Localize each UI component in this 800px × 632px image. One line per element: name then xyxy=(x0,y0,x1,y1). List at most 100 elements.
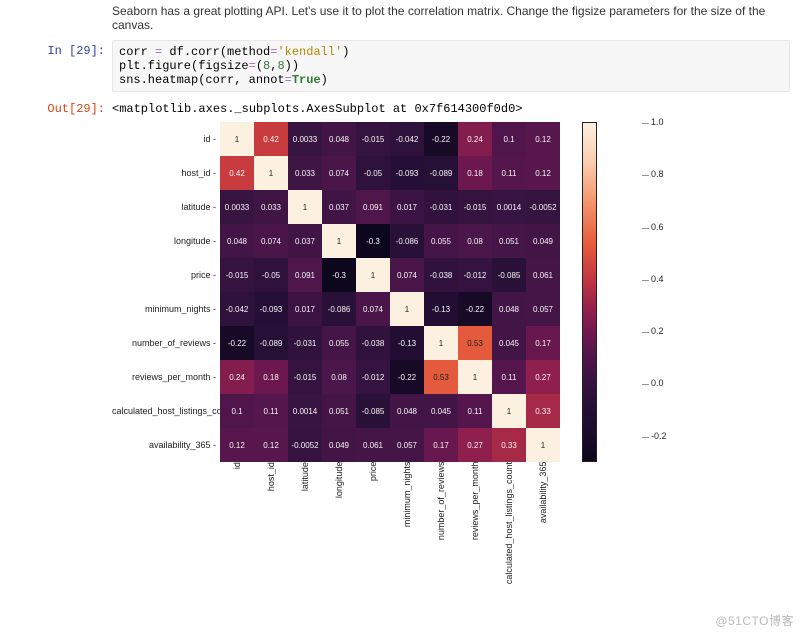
heatmap-cell: 0.11 xyxy=(458,394,492,428)
heatmap-grid: 10.420.00330.048-0.015-0.042-0.220.240.1… xyxy=(220,122,560,462)
heatmap-cell: 0.033 xyxy=(254,190,288,224)
heatmap-cell: 1 xyxy=(458,360,492,394)
heatmap-cell: 0.1 xyxy=(492,122,526,156)
heatmap-cell: 0.055 xyxy=(424,224,458,258)
colorbar-ticks: 1.00.80.60.40.20.0-0.2 xyxy=(642,122,672,462)
heatmap-cell: 0.048 xyxy=(492,292,526,326)
heatmap-cell: 0.33 xyxy=(526,394,560,428)
heatmap-cell: -0.012 xyxy=(458,258,492,292)
out-prompt: Out[29]: xyxy=(10,98,112,116)
x-tick-label: price xyxy=(356,462,390,588)
heatmap-cell: -0.22 xyxy=(458,292,492,326)
colorbar-tick: 0.2 xyxy=(642,326,664,336)
heatmap-cell: 0.12 xyxy=(526,122,560,156)
y-tick-label: number_of_reviews - xyxy=(112,326,220,360)
heatmap-cell: -0.22 xyxy=(220,326,254,360)
heatmap-cell: 1 xyxy=(322,224,356,258)
heatmap-cell: 0.42 xyxy=(254,122,288,156)
heatmap-cell: 0.11 xyxy=(492,360,526,394)
x-tick-label: host_id xyxy=(254,462,288,588)
heatmap-cell: -0.22 xyxy=(390,360,424,394)
heatmap-cell: -0.015 xyxy=(288,360,322,394)
y-tick-label: calculated_host_listings_count - xyxy=(112,394,220,428)
y-tick-label: host_id - xyxy=(112,156,220,190)
colorbar-tick: 0.0 xyxy=(642,378,664,388)
heatmap-cell: 0.091 xyxy=(356,190,390,224)
heatmap-cell: 0.061 xyxy=(526,258,560,292)
heatmap-cell: 0.12 xyxy=(254,428,288,462)
heatmap-cell: -0.3 xyxy=(356,224,390,258)
heatmap-cell: 1 xyxy=(424,326,458,360)
heatmap-cell: 0.0033 xyxy=(288,122,322,156)
heatmap-cell: 0.17 xyxy=(526,326,560,360)
output-cell: Out[29]: <matplotlib.axes._subplots.Axes… xyxy=(10,98,790,116)
code-token: plt.figure(figsize xyxy=(119,59,249,73)
heatmap-cell: 0.27 xyxy=(526,360,560,394)
y-tick-label: latitude - xyxy=(112,190,220,224)
heatmap-cell: 0.18 xyxy=(254,360,288,394)
code-input[interactable]: corr = df.corr(method='kendall') plt.fig… xyxy=(112,40,790,92)
heatmap-cell: 0.037 xyxy=(288,224,322,258)
y-tick-label: reviews_per_month - xyxy=(112,360,220,394)
heatmap-cell: 0.057 xyxy=(526,292,560,326)
colorbar-scale xyxy=(582,122,597,462)
heatmap-cell: -0.0052 xyxy=(526,190,560,224)
heatmap-cell: 0.08 xyxy=(322,360,356,394)
y-tick-label: availability_365 - xyxy=(112,428,220,462)
heatmap-cell: 0.048 xyxy=(390,394,424,428)
notebook-view: Seaborn has a great plotting API. Let's … xyxy=(0,0,800,582)
heatmap-cell: 0.53 xyxy=(424,360,458,394)
y-tick-label: price - xyxy=(112,258,220,292)
heatmap-cell: 0.074 xyxy=(390,258,424,292)
heatmap-cell: 0.11 xyxy=(492,156,526,190)
heatmap-cell: 0.061 xyxy=(356,428,390,462)
colorbar xyxy=(582,122,597,462)
code-token: )) xyxy=(285,59,299,73)
heatmap-cell: -0.089 xyxy=(424,156,458,190)
heatmap-cell: -0.042 xyxy=(220,292,254,326)
heatmap-cell: 0.049 xyxy=(526,224,560,258)
heatmap-cell: 0.12 xyxy=(220,428,254,462)
heatmap-cell: 0.045 xyxy=(424,394,458,428)
watermark: @51CTO博客 xyxy=(715,612,794,629)
heatmap-cell: 0.074 xyxy=(322,156,356,190)
heatmap-cell: 0.051 xyxy=(322,394,356,428)
heatmap-cell: 0.074 xyxy=(356,292,390,326)
heatmap-cell: -0.038 xyxy=(424,258,458,292)
heatmap-cell: 0.24 xyxy=(220,360,254,394)
code-token: corr xyxy=(119,45,155,59)
heatmap-cell: 0.1 xyxy=(220,394,254,428)
code-token: ) xyxy=(342,45,349,59)
heatmap-cell: -0.093 xyxy=(254,292,288,326)
heatmap-cell: 0.27 xyxy=(458,428,492,462)
heatmap-cell: -0.015 xyxy=(458,190,492,224)
output-text: <matplotlib.axes._subplots.AxesSubplot a… xyxy=(112,98,522,116)
x-tick-label: number_of_reviews xyxy=(424,462,458,588)
heatmap-cell: -0.0052 xyxy=(288,428,322,462)
heatmap-cell: -0.05 xyxy=(254,258,288,292)
code-token: 'kendall' xyxy=(277,45,342,59)
heatmap-cell: 0.12 xyxy=(526,156,560,190)
code-token: = xyxy=(285,73,292,87)
code-token: = xyxy=(249,59,256,73)
heatmap-cell: 0.049 xyxy=(322,428,356,462)
heatmap-cell: 0.033 xyxy=(288,156,322,190)
heatmap-cell: -0.015 xyxy=(356,122,390,156)
colorbar-tick: 0.4 xyxy=(642,274,664,284)
heatmap-cell: 0.057 xyxy=(390,428,424,462)
heatmap-cell: 0.017 xyxy=(288,292,322,326)
heatmap-cell: 0.055 xyxy=(322,326,356,360)
x-tick-label: reviews_per_month xyxy=(458,462,492,588)
heatmap-cell: -0.012 xyxy=(356,360,390,394)
heatmap-cell: 1 xyxy=(356,258,390,292)
heatmap-cell: 0.53 xyxy=(458,326,492,360)
heatmap-cell: 0.048 xyxy=(220,224,254,258)
heatmap-cell: 0.17 xyxy=(424,428,458,462)
heatmap-cell: -0.086 xyxy=(322,292,356,326)
heatmap-cell: 0.091 xyxy=(288,258,322,292)
x-tick-label: latitude xyxy=(288,462,322,588)
code-token: 8 xyxy=(277,59,284,73)
heatmap-cell: 0.051 xyxy=(492,224,526,258)
x-tick-label: minimum_nights xyxy=(390,462,424,588)
y-tick-label: longitude - xyxy=(112,224,220,258)
